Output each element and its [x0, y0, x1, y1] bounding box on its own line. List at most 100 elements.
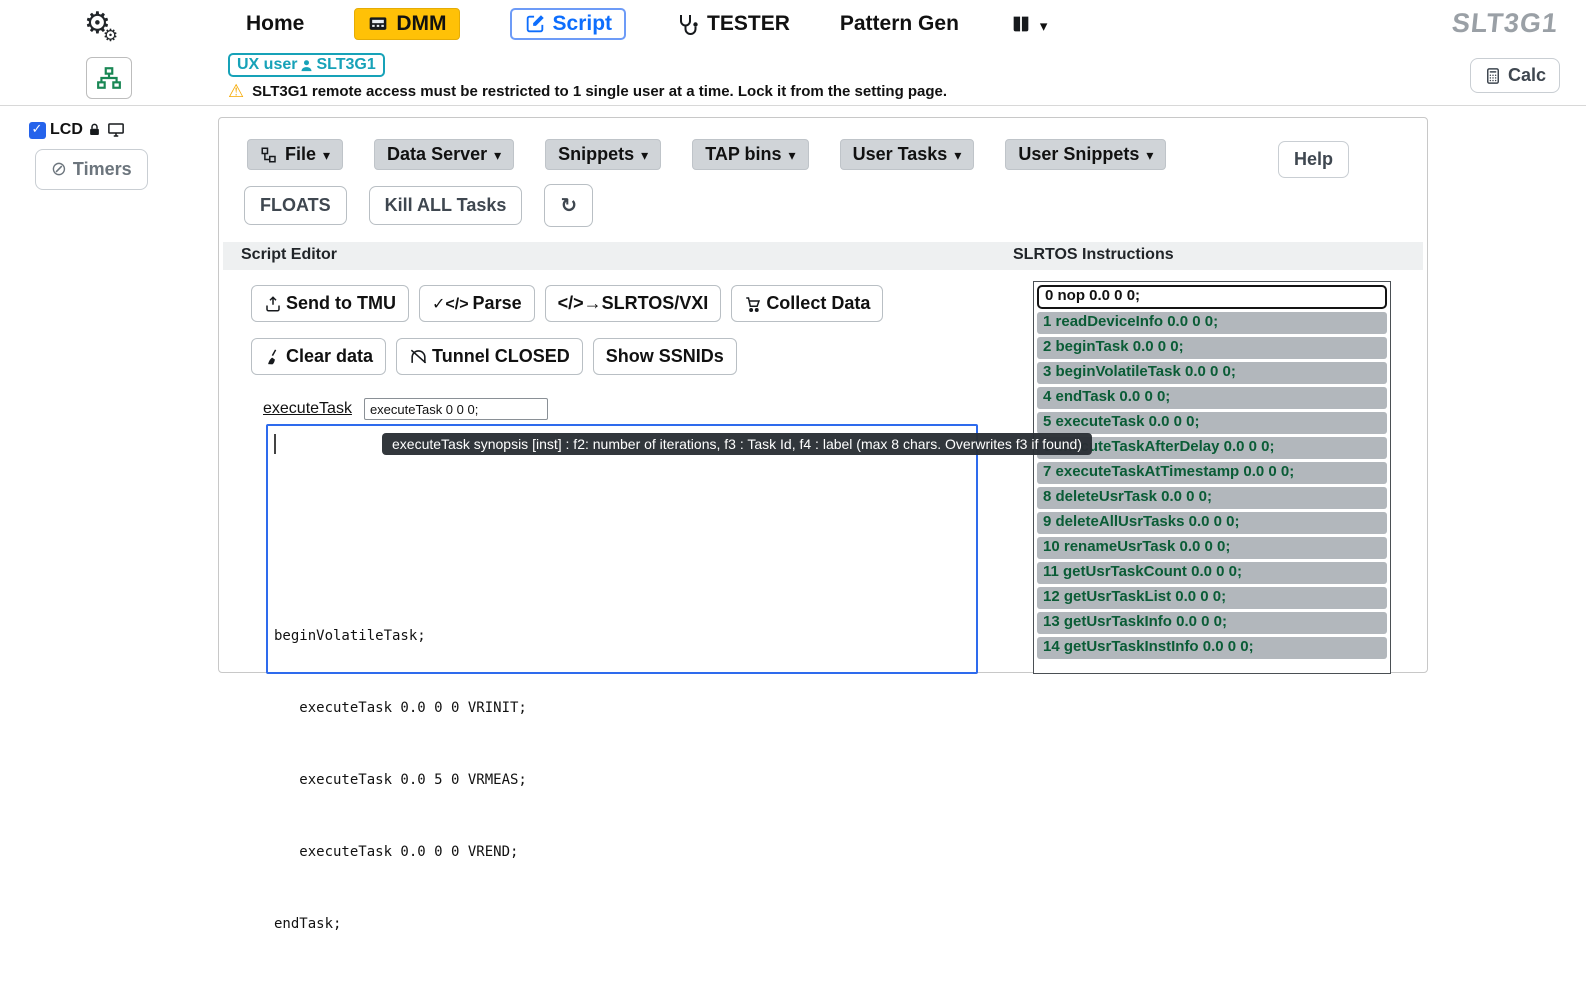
clear-data-button[interactable]: Clear data: [251, 338, 386, 375]
instruction-row[interactable]: 7 executeTaskAtTimestamp 0.0 0 0;: [1037, 462, 1387, 484]
user-tasks-dropdown[interactable]: User Tasks ▾: [840, 139, 975, 170]
tab-executetask[interactable]: executeTask: [263, 400, 352, 420]
instruction-row[interactable]: 5 executeTask 0.0 0 0;: [1037, 412, 1387, 434]
nav-tester[interactable]: TESTER: [676, 12, 790, 36]
instruction-row[interactable]: 8 deleteUsrTask 0.0 0 0;: [1037, 487, 1387, 509]
lcd-checkbox[interactable]: [29, 122, 46, 139]
instruction-row[interactable]: 9 deleteAllUsrTasks 0.0 0 0;: [1037, 512, 1387, 534]
network-topology-button[interactable]: [86, 57, 132, 99]
sitemap-icon: [96, 65, 122, 91]
refresh-icon: ↻: [560, 193, 577, 218]
edit-script-icon: [524, 13, 546, 35]
app-logo: SLT3G1: [1450, 8, 1559, 39]
calc-button[interactable]: Calc: [1470, 58, 1560, 93]
timers-button[interactable]: ⊘ Timers: [35, 149, 148, 190]
send-to-tmu-button[interactable]: Send to TMU: [251, 285, 409, 322]
send-to-tmu-label: Send to TMU: [286, 293, 396, 314]
instruction-row[interactable]: 11 getUsrTaskCount 0.0 0 0;: [1037, 562, 1387, 584]
snippet-tab-row: executeTask: [263, 398, 548, 420]
tunnel-status-button[interactable]: Tunnel CLOSED: [396, 338, 583, 375]
parse-button[interactable]: ✓</> Parse: [419, 285, 535, 322]
menu-dropdown-row: File ▾ Data Server ▾ Snippets ▾ TAP bins…: [247, 139, 1166, 170]
user-session-badge[interactable]: UX user SLT3G1: [228, 53, 385, 77]
chevron-down-icon: ▾: [954, 147, 961, 164]
chevron-down-icon: ▾: [494, 147, 501, 164]
settings-gears-icon[interactable]: ⚙⚙: [84, 6, 126, 41]
file-tree-icon: [260, 146, 278, 164]
help-button[interactable]: Help: [1278, 141, 1349, 178]
floats-button[interactable]: FLOATS: [244, 186, 347, 225]
nav-pattern-gen-label: Pattern Gen: [840, 12, 959, 36]
book-icon: [1009, 13, 1033, 35]
code-line: executeTask 0.0 0 0 VREND;: [274, 840, 972, 864]
user-snippets-dropdown[interactable]: User Snippets ▾: [1005, 139, 1166, 170]
nav-dmm-label: DMM: [396, 12, 446, 36]
nav-script-label: Script: [553, 12, 613, 36]
slrtos-vxi-button[interactable]: </>→SLRTOS/VXI: [545, 285, 722, 322]
chevron-down-icon: ▾: [323, 147, 330, 164]
kill-all-tasks-button[interactable]: Kill ALL Tasks: [369, 186, 523, 225]
calc-label: Calc: [1508, 65, 1546, 86]
instruction-row[interactable]: 14 getUsrTaskInstInfo 0.0 0 0;: [1037, 637, 1387, 659]
code-line: beginVolatileTask;: [274, 624, 972, 648]
clear-data-label: Clear data: [286, 346, 373, 367]
script-code-content: beginVolatileTask; executeTask 0.0 0 0 V…: [274, 432, 972, 984]
slrtos-vxi-label: </>→SLRTOS/VXI: [558, 293, 709, 314]
tunnel-status-label: Tunnel CLOSED: [432, 346, 570, 367]
instruction-row[interactable]: 1 readDeviceInfo 0.0 0 0;: [1037, 312, 1387, 334]
file-dropdown-label: File: [285, 144, 316, 165]
file-dropdown[interactable]: File ▾: [247, 139, 343, 170]
instruction-row[interactable]: 3 beginVolatileTask 0.0 0 0;: [1037, 362, 1387, 384]
user-role-label: UX user: [237, 56, 297, 74]
monitor-icon: [106, 121, 126, 139]
refresh-button[interactable]: ↻: [544, 184, 593, 227]
data-server-label: Data Server: [387, 144, 487, 165]
header: ⚙⚙ Home DMM Script: [0, 0, 1586, 106]
task-action-row: FLOATS Kill ALL Tasks ↻: [244, 184, 593, 227]
lock-icon: [87, 122, 102, 138]
data-server-dropdown[interactable]: Data Server ▾: [374, 139, 514, 170]
snippet-input[interactable]: [364, 398, 548, 420]
instruction-row[interactable]: 4 endTask 0.0 0 0;: [1037, 387, 1387, 409]
broom-icon: [264, 348, 282, 366]
chevron-down-icon: ▾: [1040, 17, 1048, 35]
lcd-option-row: LCD: [29, 121, 126, 139]
main-nav: Home DMM Script TESTER: [246, 2, 1047, 46]
code-line: executeTask 0.0 5 0 VRMEAS;: [274, 768, 972, 792]
show-ssnids-button[interactable]: Show SSNIDs: [593, 338, 737, 375]
warning-text: SLT3G1 remote access must be restricted …: [252, 83, 947, 100]
tap-bins-dropdown[interactable]: TAP bins ▾: [692, 139, 808, 170]
instruction-row[interactable]: 13 getUsrTaskInfo 0.0 0 0;: [1037, 612, 1387, 634]
slrtos-instructions-title: SLRTOS Instructions: [1013, 246, 1174, 264]
snippets-dropdown[interactable]: Snippets ▾: [545, 139, 661, 170]
editor-buttons-row-1: Send to TMU ✓</> Parse </>→SLRTOS/VXI Co…: [251, 285, 883, 322]
instruction-row[interactable]: 0 nop 0.0 0 0;: [1037, 285, 1387, 309]
nav-home[interactable]: Home: [246, 12, 304, 36]
nav-dmm[interactable]: DMM: [354, 8, 459, 40]
executetask-synopsis-tooltip: executeTask synopsis [inst] : f2: number…: [382, 433, 1092, 455]
nav-pattern-gen[interactable]: Pattern Gen: [840, 12, 959, 36]
nav-home-label: Home: [246, 12, 304, 36]
slrtos-instructions-list: 0 nop 0.0 0 0; 1 readDeviceInfo 0.0 0 0;…: [1033, 281, 1391, 674]
code-line: [274, 480, 972, 504]
script-code-editor[interactable]: beginVolatileTask; executeTask 0.0 0 0 V…: [266, 424, 978, 674]
code-line: endTask;: [274, 912, 972, 936]
warning-icon: ⚠: [228, 81, 244, 102]
parse-label: Parse: [473, 293, 522, 314]
script-editor-title: Script Editor: [241, 246, 337, 264]
nav-script[interactable]: Script: [510, 8, 627, 40]
calculator-icon: [1484, 66, 1502, 86]
instruction-row[interactable]: 2 beginTask 0.0 0 0;: [1037, 337, 1387, 359]
parse-check-code-icon: ✓</>: [432, 294, 469, 314]
collect-data-button[interactable]: Collect Data: [731, 285, 883, 322]
code-line: [274, 552, 972, 576]
dmm-meter-icon: [367, 14, 389, 34]
instruction-row[interactable]: 10 renameUsrTask 0.0 0 0;: [1037, 537, 1387, 559]
nav-docs[interactable]: ▾: [1009, 13, 1048, 35]
section-header-bar: Script Editor SLRTOS Instructions: [223, 242, 1423, 270]
blocked-icon: ⊘: [51, 158, 67, 181]
tap-bins-label: TAP bins: [705, 144, 781, 165]
person-icon: [299, 58, 314, 73]
instruction-row[interactable]: 12 getUsrTaskList 0.0 0 0;: [1037, 587, 1387, 609]
cart-icon: [744, 295, 762, 313]
